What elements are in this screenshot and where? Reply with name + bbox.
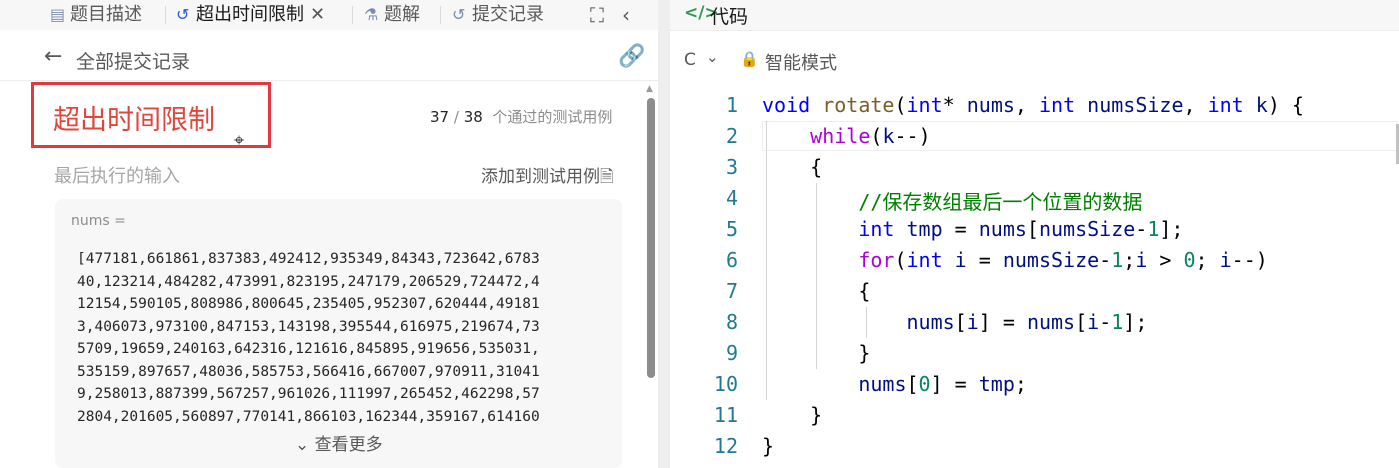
tab-description-label: 题目描述 xyxy=(70,4,142,25)
code-line[interactable]: while(k--) xyxy=(762,124,930,148)
language-select[interactable]: C xyxy=(684,50,696,70)
flask-icon: ⚗ xyxy=(364,5,379,24)
tab-separator xyxy=(165,6,166,24)
chevron-left-icon[interactable]: ‹ xyxy=(622,3,630,27)
chevron-down-double-icon: ⌄ xyxy=(295,435,310,455)
close-icon[interactable]: ✕ xyxy=(310,4,325,25)
tab-separator xyxy=(440,6,441,24)
tab-tle-label: 超出时间限制 xyxy=(196,4,304,25)
tab-submissions[interactable]: ↺ 提交记录 xyxy=(452,0,544,30)
tab-solutions-label: 题解 xyxy=(384,4,420,25)
param-value: [477181,661861,837383,492412,935349,8434… xyxy=(77,248,597,428)
line-number: 6 xyxy=(725,248,738,272)
tab-solutions[interactable]: ⚗ 题解 xyxy=(364,0,420,30)
code-line[interactable]: } xyxy=(762,434,774,458)
code-line[interactable]: void rotate(int* nums, int numsSize, int… xyxy=(762,93,1304,117)
lock-icon: 🔒 xyxy=(740,50,759,68)
result-status: 超出时间限制 xyxy=(53,105,215,136)
slash: / xyxy=(453,108,459,126)
code-line[interactable]: { xyxy=(762,155,822,179)
input-card: nums = [477181,661861,837383,492412,9353… xyxy=(55,199,622,468)
crosshair-cursor-icon: ⌖ xyxy=(234,130,245,151)
tab-time-limit-exceeded[interactable]: ↺ 超出时间限制 ✕ xyxy=(176,0,325,30)
line-number: 7 xyxy=(725,279,738,303)
history-icon: ↺ xyxy=(452,5,466,24)
line-number: 9 xyxy=(725,341,738,365)
scrollbar[interactable]: ▲ xyxy=(645,84,657,468)
back-arrow-icon[interactable]: ← xyxy=(44,44,62,69)
param-value-line: [477181,661861,837383,492412,935349,8434… xyxy=(77,251,540,267)
document-icon: ▤ xyxy=(50,5,66,24)
editor-toolbar: C ⌄ 🔒 智能模式 xyxy=(670,44,1399,74)
link-icon[interactable]: 🔗 xyxy=(618,44,645,69)
line-number: 10 xyxy=(713,372,738,396)
code-line[interactable]: for(int i = numsSize-1;i > 0; i--) xyxy=(762,248,1267,272)
add-testcase-label: 添加到测试用例 xyxy=(481,167,600,187)
code-header: </> 代码 xyxy=(670,0,1399,31)
param-value-line: 2804,201605,560897,770141,866103,162344,… xyxy=(77,408,540,425)
scrollbar-thumb[interactable] xyxy=(647,98,655,378)
line-number: 2 xyxy=(725,124,738,148)
line-number: 5 xyxy=(725,217,738,241)
tab-submissions-label: 提交记录 xyxy=(472,4,544,25)
total-count: 38 xyxy=(463,108,483,126)
show-more-label: 查看更多 xyxy=(314,435,383,455)
code-line[interactable]: { xyxy=(762,279,870,303)
all-submissions-link[interactable]: 全部提交记录 xyxy=(76,47,190,74)
code-editor[interactable]: 1 2 3 4 5 6 7 8 9 10 11 12 void rotate(int* nums, i… xyxy=(670,90,1399,468)
submissions-header: ← 全部提交记录 🔗 xyxy=(0,38,658,81)
passed-count: 37 xyxy=(430,108,450,126)
tab-description[interactable]: ▤ 题目描述 xyxy=(50,0,142,30)
chevron-down-icon[interactable]: ⌄ xyxy=(706,48,719,66)
history-icon: ↺ xyxy=(176,5,190,24)
line-number: 12 xyxy=(713,434,738,458)
param-value-line: 40,123214,484282,473991,823195,247179,20… xyxy=(77,273,540,290)
code-line[interactable]: } xyxy=(762,403,822,427)
left-tab-bar: ▤ 题目描述 ↺ 超出时间限制 ✕ ⚗ 题解 ↺ 提交记录 ⛶ ‹ xyxy=(0,0,658,30)
param-value-line: 5709,19659,240163,642316,121616,845895,9… xyxy=(77,341,540,357)
code-line[interactable]: nums[0] = tmp; xyxy=(762,372,1027,396)
tab-separator xyxy=(352,6,353,24)
description-panel: ▤ 题目描述 ↺ 超出时间限制 ✕ ⚗ 题解 ↺ 提交记录 ⛶ ‹ ← 全部提交记录 🔗 超… xyxy=(0,0,658,468)
passed-testcases: 37 / 38 个通过的测试用例 xyxy=(430,106,612,127)
code-panel: </> 代码 C ⌄ 🔒 智能模式 1 2 3 4 5 6 7 8 9 10 11 12 void r… xyxy=(670,0,1399,468)
last-input-label: 最后执行的输入 xyxy=(54,166,180,187)
smart-mode-label[interactable]: 智能模式 xyxy=(765,49,837,75)
param-name: nums = xyxy=(71,213,126,229)
scroll-up-arrow-icon[interactable]: ▲ xyxy=(646,84,653,94)
line-number: 11 xyxy=(713,403,738,427)
code-line[interactable]: nums[i] = nums[i-1]; xyxy=(762,310,1148,334)
fullscreen-icon[interactable]: ⛶ xyxy=(590,3,604,27)
tab-actions: ⛶ ‹ xyxy=(590,0,648,30)
line-number: 8 xyxy=(725,310,738,334)
code-line[interactable]: int tmp = nums[numsSize-1]; xyxy=(762,217,1183,241)
line-number: 4 xyxy=(725,186,738,210)
param-value-line: 12154,590105,808986,800645,235405,952307… xyxy=(77,296,540,312)
add-to-testcase-button[interactable]: 添加到测试用例🗎 xyxy=(481,162,614,193)
param-value-line: 535159,897657,48036,585753,566416,667007… xyxy=(77,363,540,380)
code-title: 代码 xyxy=(710,6,749,28)
line-number: 1 xyxy=(725,93,738,117)
panel-divider[interactable] xyxy=(658,0,670,468)
show-more-button[interactable]: ⌄ 查看更多 xyxy=(295,430,383,455)
code-line[interactable]: } xyxy=(762,341,870,365)
add-file-icon: 🗎 xyxy=(600,167,614,187)
line-number: 3 xyxy=(725,155,738,179)
code-line[interactable]: //保存数组最后一个位置的数据 xyxy=(762,186,1142,215)
passed-suffix: 个通过的测试用例 xyxy=(492,108,613,126)
param-value-line: 3,406073,973100,847153,143198,395544,616… xyxy=(77,318,540,335)
param-value-line: 9,258013,887399,567257,961026,111997,265… xyxy=(77,386,540,402)
